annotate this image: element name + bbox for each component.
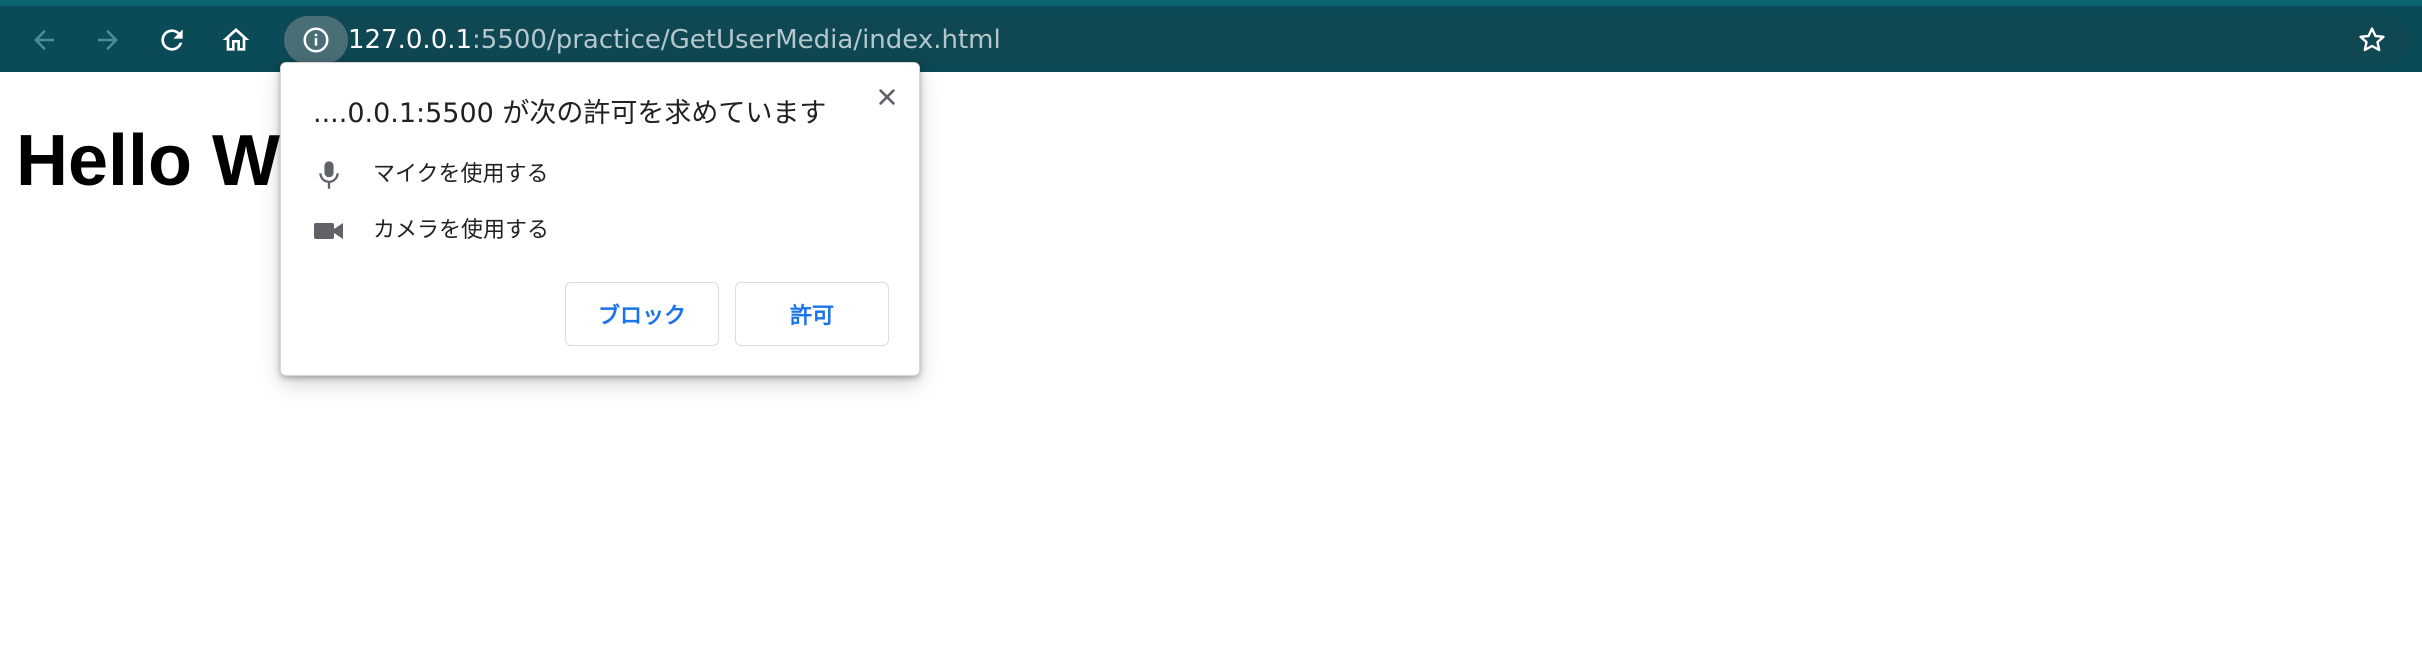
close-button[interactable] [867, 77, 907, 117]
permission-label-camera: カメラを使用する [373, 218, 550, 243]
permission-label-microphone: マイクを使用する [373, 162, 549, 187]
url-path: :5500/practice/GetUserMedia/index.html [472, 25, 1001, 55]
arrow-right-icon [98, 30, 118, 50]
popup-title: ....0.0.1:5500 が次の許可を求めています [313, 98, 827, 129]
camera-icon [313, 215, 345, 247]
url-text[interactable]: 127.0.0.1:5500/practice/GetUserMedia/ind… [348, 24, 1001, 56]
star-icon [2359, 27, 2385, 52]
bookmark-button[interactable] [2352, 20, 2392, 60]
reload-button[interactable] [152, 20, 192, 60]
close-icon [879, 89, 895, 105]
address-bar[interactable]: 127.0.0.1:5500/practice/GetUserMedia/ind… [282, 14, 2408, 66]
microphone-icon [313, 159, 345, 191]
forward-button[interactable] [88, 20, 128, 60]
permission-row-camera: カメラを使用する [313, 211, 873, 251]
permission-popup: ....0.0.1:5500 が次の許可を求めています マイクを使用する カメラ… [280, 62, 920, 376]
site-info-button[interactable] [284, 16, 348, 64]
home-icon [222, 28, 250, 51]
url-host: 127.0.0.1 [348, 25, 473, 55]
block-button[interactable]: ブロック [565, 282, 719, 346]
home-button[interactable] [216, 20, 256, 60]
arrow-left-icon [34, 30, 54, 50]
info-icon [303, 27, 329, 53]
allow-button[interactable]: 許可 [735, 282, 889, 346]
permission-row-microphone: マイクを使用する [313, 155, 873, 195]
back-button[interactable] [24, 20, 64, 60]
reload-icon [161, 29, 183, 51]
